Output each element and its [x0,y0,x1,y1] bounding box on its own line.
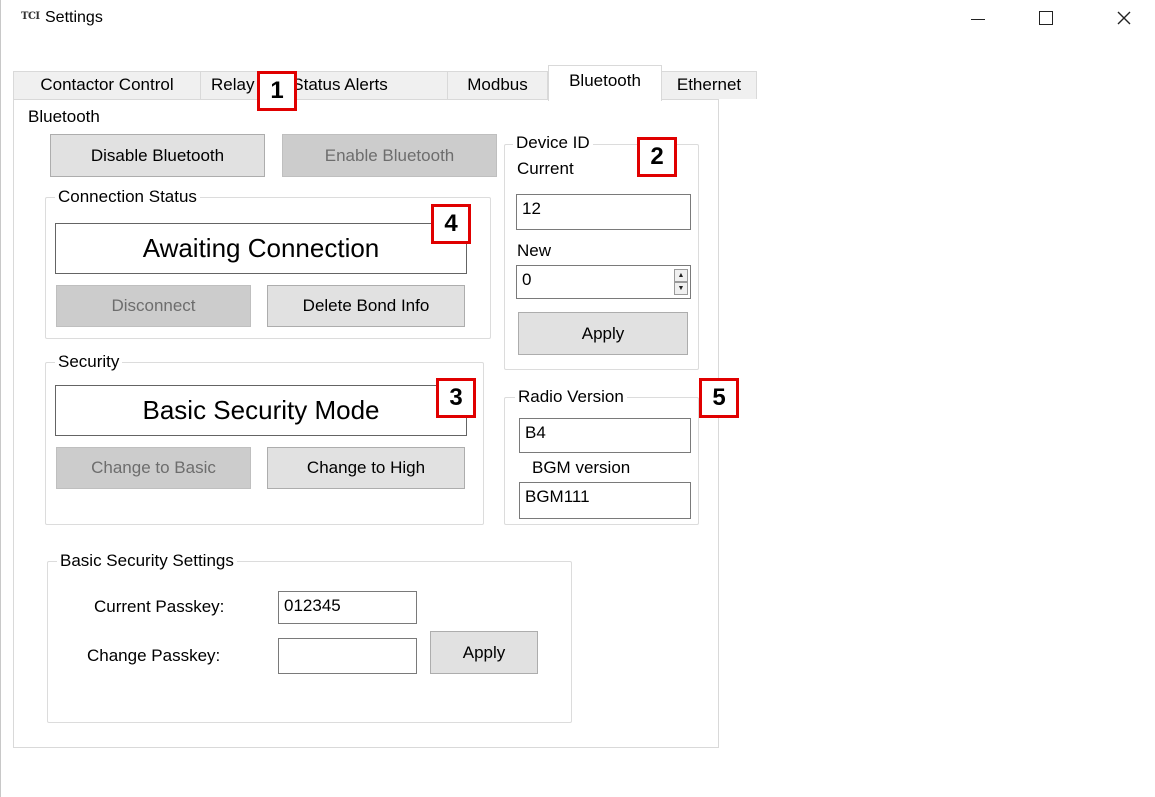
close-icon [1117,11,1131,25]
bgm-version-field[interactable]: BGM111 [519,482,691,519]
device-id-apply-button[interactable]: Apply [518,312,688,355]
change-passkey-field[interactable] [278,638,417,674]
passkey-apply-button[interactable]: Apply [430,631,538,674]
close-button[interactable] [1101,0,1147,36]
settings-window: TCI Settings Contactor Control Relay and… [0,0,1155,797]
radio-version-legend: Radio Version [515,387,627,407]
tab-label: Modbus [467,75,528,94]
maximize-button[interactable] [1023,0,1069,36]
tab-contactor-control[interactable]: Contactor Control [13,71,201,99]
change-to-basic-button[interactable]: Change to Basic [56,447,251,489]
bluetooth-legend: Bluetooth [25,107,103,127]
stepper-up-icon[interactable]: ▲ [674,269,688,282]
tab-label: Ethernet [676,75,742,94]
device-id-legend: Device ID [513,133,593,153]
device-id-new-stepper[interactable]: 0 ▲ ▼ [516,265,691,299]
window-title: Settings [45,9,103,26]
stepper-buttons: ▲ ▼ [674,269,688,295]
annotation-callout-1: 1 [257,71,297,111]
device-id-current-field[interactable]: 12 [516,194,691,230]
title-bar: TCI Settings [1,0,1155,36]
maximize-icon [1039,11,1053,25]
connection-status-display: Awaiting Connection [55,223,467,274]
device-id-new-value: 0 [522,270,532,289]
tab-label: Bluetooth [569,71,641,90]
enable-bluetooth-button[interactable]: Enable Bluetooth [282,134,497,177]
security-legend: Security [55,352,123,372]
stepper-down-icon[interactable]: ▼ [674,282,688,295]
annotation-callout-4: 4 [431,204,471,244]
minimize-button[interactable] [955,0,1001,36]
security-mode-display: Basic Security Mode [55,385,467,436]
change-passkey-label: Change Passkey: [87,646,221,665]
disconnect-button[interactable]: Disconnect [56,285,251,327]
annotation-callout-5: 5 [699,378,739,418]
current-passkey-field[interactable]: 012345 [278,591,417,624]
tab-modbus[interactable]: Modbus [447,71,548,99]
tab-bluetooth[interactable]: Bluetooth [548,65,662,101]
disable-bluetooth-button[interactable]: Disable Bluetooth [50,134,265,177]
tab-ethernet[interactable]: Ethernet [661,71,757,99]
annotation-callout-2: 2 [637,137,677,177]
connection-status-legend: Connection Status [55,187,200,207]
app-logo-icon: TCI [21,11,40,22]
tab-label: Contactor Control [40,75,174,94]
device-id-current-label: Current [517,159,574,178]
bluetooth-tab-page: Bluetooth Disable Bluetooth Enable Bluet… [13,99,719,748]
bgm-version-label: BGM version [532,458,631,477]
device-id-new-label: New [517,241,552,260]
tab-label: Relay and Status Alerts [211,75,388,94]
delete-bond-info-button[interactable]: Delete Bond Info [267,285,465,327]
current-passkey-label: Current Passkey: [94,597,225,616]
radio-version-field[interactable]: B4 [519,418,691,453]
minimize-icon [971,18,985,20]
tab-relay-status-alerts[interactable]: Relay and Status Alerts [200,71,448,99]
change-to-high-button[interactable]: Change to High [267,447,465,489]
annotation-callout-3: 3 [436,378,476,418]
basic-security-settings-legend: Basic Security Settings [57,551,237,571]
